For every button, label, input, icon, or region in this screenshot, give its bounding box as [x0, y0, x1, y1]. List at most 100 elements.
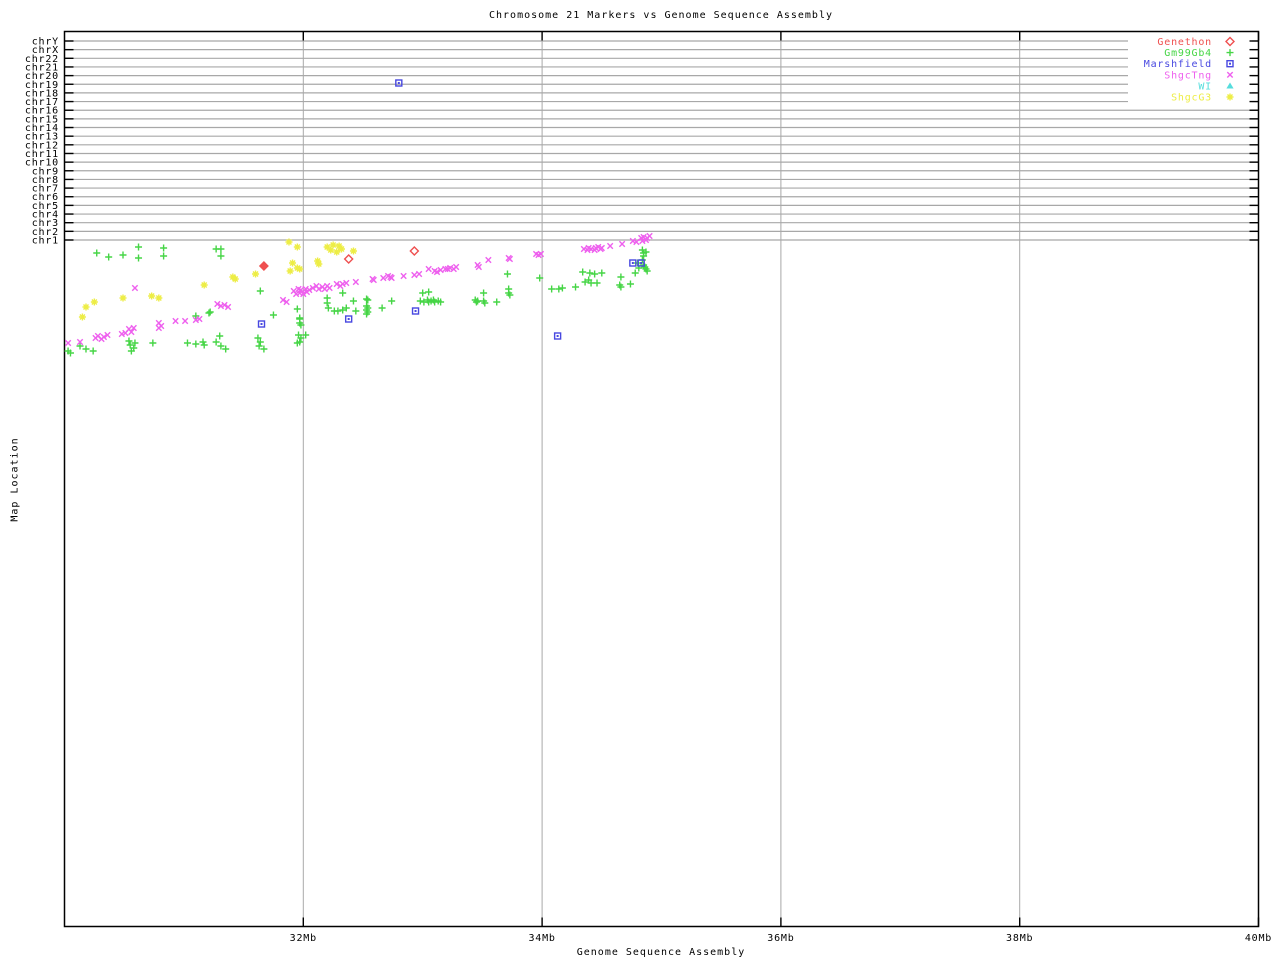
marker-point [200, 281, 208, 289]
marker-point [485, 256, 492, 264]
marker-point [125, 337, 133, 345]
marker-point [555, 285, 563, 293]
marker-point [400, 272, 407, 280]
marker-point [416, 297, 424, 305]
marker-point [334, 307, 342, 315]
marker-point [252, 270, 260, 278]
marker-point [160, 244, 168, 252]
marker-point [158, 322, 165, 330]
marker-point [160, 252, 168, 260]
marker-point [598, 269, 606, 277]
marker-point [425, 288, 433, 296]
marker-point [89, 347, 97, 355]
marker-point [586, 269, 594, 277]
marker-point [155, 294, 163, 302]
marker-point [480, 289, 488, 297]
marker-point [338, 245, 346, 253]
marker-point [493, 298, 501, 306]
marker-point [548, 285, 556, 293]
marker-point-dot [1229, 62, 1231, 65]
marker-point [90, 298, 98, 306]
marker-point [631, 269, 639, 277]
marker-point [324, 304, 332, 312]
marker-point [593, 279, 601, 287]
chart-canvas: Chromosome 21 Markers vs Genome Sequence… [0, 0, 1280, 960]
marker-point [172, 317, 179, 325]
plot-svg: chrYchrXchr22chr21chr20chr19chr18chr17ch… [25, 30, 1272, 944]
legend-label-Genethon: Genethon [1157, 37, 1212, 48]
marker-point [572, 283, 580, 291]
marker-point [296, 265, 304, 273]
x-tick-label: 38Mb [1006, 933, 1033, 944]
marker-point-dot [640, 262, 643, 264]
legend-label-Marshfield: Marshfield [1144, 59, 1212, 70]
marker-point [135, 254, 143, 262]
marker-point [475, 263, 483, 271]
marker-point [339, 289, 347, 297]
marker-point [82, 345, 90, 353]
marker-point [119, 294, 127, 302]
marker-point [415, 270, 423, 278]
marker-point [343, 254, 354, 264]
marker-point [231, 275, 239, 283]
marker-point [82, 303, 90, 311]
marker-point [425, 265, 432, 273]
marker-point [285, 238, 293, 246]
legend-label-ShgcG3: ShgcG3 [1171, 93, 1212, 104]
marker-point-dot [631, 262, 634, 264]
marker-point [626, 280, 634, 288]
marker-point [269, 311, 277, 319]
marker-point [329, 241, 337, 249]
marker-point [258, 261, 269, 271]
marker-point [503, 270, 511, 278]
marker-point [105, 253, 113, 261]
marker-point-dot [414, 310, 417, 312]
marker-point-dot [397, 82, 400, 84]
marker-point [181, 317, 189, 325]
marker-point-dot [556, 335, 559, 337]
marker-point [378, 304, 386, 312]
marker-point [315, 260, 323, 268]
marker-point [363, 295, 371, 303]
marker-point [364, 296, 372, 304]
marker-point [131, 284, 139, 292]
marker-point [205, 309, 213, 317]
marker-point [419, 289, 427, 297]
legend-label-Gm99Gb4: Gm99Gb4 [1164, 48, 1212, 59]
marker-point [323, 299, 331, 307]
marker-point [149, 339, 157, 347]
legend-label-WI: WI [1198, 81, 1212, 92]
marker-point [206, 308, 214, 316]
marker-point [183, 339, 191, 347]
marker-point [349, 297, 357, 305]
marker-point [119, 251, 127, 259]
marker-point [617, 273, 625, 281]
x-tick-label: 34Mb [528, 933, 555, 944]
marker-point [216, 332, 224, 340]
legend-label-ShgcTng: ShgcTng [1164, 70, 1212, 81]
marker-point [558, 284, 566, 292]
marker-point [326, 284, 333, 292]
marker-point [78, 313, 86, 321]
marker-point-dot [260, 323, 263, 325]
plot-border [63, 30, 1260, 928]
marker-point [452, 263, 460, 271]
marker-point [411, 271, 418, 279]
marker-point [579, 268, 587, 276]
marker-point [293, 305, 301, 313]
marker-point [148, 292, 156, 300]
x-tick-label: 40Mb [1245, 933, 1272, 944]
marker-point [192, 340, 200, 348]
marker-point [618, 240, 626, 248]
marker-point [352, 307, 360, 315]
marker-point [93, 249, 101, 257]
x-tick-label: 32Mb [290, 933, 317, 944]
marker-point [217, 252, 225, 260]
x-tick-label: 36Mb [767, 933, 794, 944]
marker-point [293, 243, 301, 251]
marker-point [591, 270, 599, 278]
y-tick-label: chr1 [32, 235, 59, 246]
marker-point [286, 267, 294, 275]
marker-point [606, 242, 614, 250]
marker-point-dot [347, 318, 350, 320]
